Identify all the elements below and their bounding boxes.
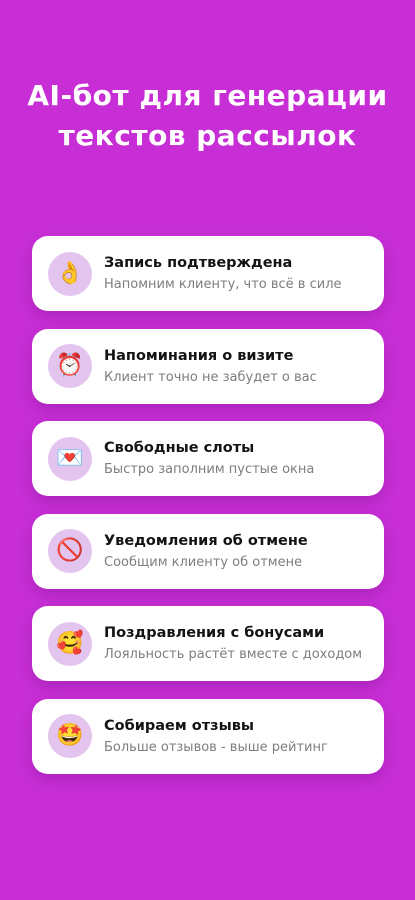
feature-card-text: Поздравления с бонусами Лояльность растё… — [104, 623, 362, 664]
feature-card-subtitle: Клиент точно не забудет о вас — [104, 369, 317, 385]
feature-card-text: Собираем отзывы Больше отзывов - выше ре… — [104, 716, 328, 757]
feature-card-subtitle: Лояльность растёт вместе с доходом — [104, 647, 363, 662]
feature-card-subtitle: Напомним клиенту, что всё в силе — [104, 277, 342, 292]
feature-card-title: Напоминания о визите — [104, 347, 294, 364]
feature-list: 👌 Запись подтверждена Напомним клиенту, … — [32, 236, 384, 791]
feature-card-collect-reviews: 🤩 Собираем отзывы Больше отзывов - выше … — [32, 698, 384, 774]
feature-card-title: Свободные слоты — [104, 440, 255, 456]
feature-card-text: Запись подтверждена Напомним клиенту, чт… — [104, 253, 342, 294]
love-letter-icon: 💌 — [48, 436, 92, 481]
feature-card-title: Собираем отзывы — [104, 717, 254, 734]
feature-card-title: Запись подтверждена — [104, 255, 293, 271]
feature-card-subtitle: Быстро заполним пустые окна — [104, 462, 315, 477]
smiling-hearts-icon: 🥰 — [48, 621, 92, 666]
feature-card-free-slots: 💌 Свободные слоты Быстро заполним пустые… — [32, 421, 384, 496]
feature-card-text: Уведомления об отмене Сообщим клиенту об… — [104, 531, 308, 572]
prohibited-icon: 🚫 — [48, 529, 92, 573]
feature-card-subtitle: Больше отзывов - выше рейтинг — [104, 739, 328, 755]
feature-card-cancellation-notices: 🚫 Уведомления об отмене Сообщим клиенту … — [32, 513, 384, 589]
star-struck-icon: 🤩 — [48, 714, 92, 758]
ok-hand-icon: 👌 — [48, 251, 92, 296]
page-title-line-1: AI-бот для генерации — [27, 79, 388, 112]
feature-card-bonus-greetings: 🥰 Поздравления с бонусами Лояльность рас… — [32, 606, 384, 681]
feature-card-text: Свободные слоты Быстро заполним пустые о… — [104, 438, 314, 479]
feature-card-title: Поздравления с бонусами — [104, 625, 325, 641]
feature-card-visit-reminders: ⏰ Напоминания о визите Клиент точно не з… — [32, 328, 384, 404]
feature-card-subtitle: Сообщим клиенту об отмене — [104, 554, 303, 570]
feature-card-text: Напоминания о визите Клиент точно не заб… — [104, 346, 317, 387]
alarm-clock-icon: ⏰ — [48, 344, 92, 388]
page-title: AI-бот для генерации текстов рассылок — [0, 76, 415, 156]
feature-card-booking-confirmed: 👌 Запись подтверждена Напомним клиенту, … — [32, 236, 384, 311]
feature-card-title: Уведомления об отмене — [104, 532, 308, 549]
page-title-line-2: текстов рассылок — [58, 119, 357, 152]
